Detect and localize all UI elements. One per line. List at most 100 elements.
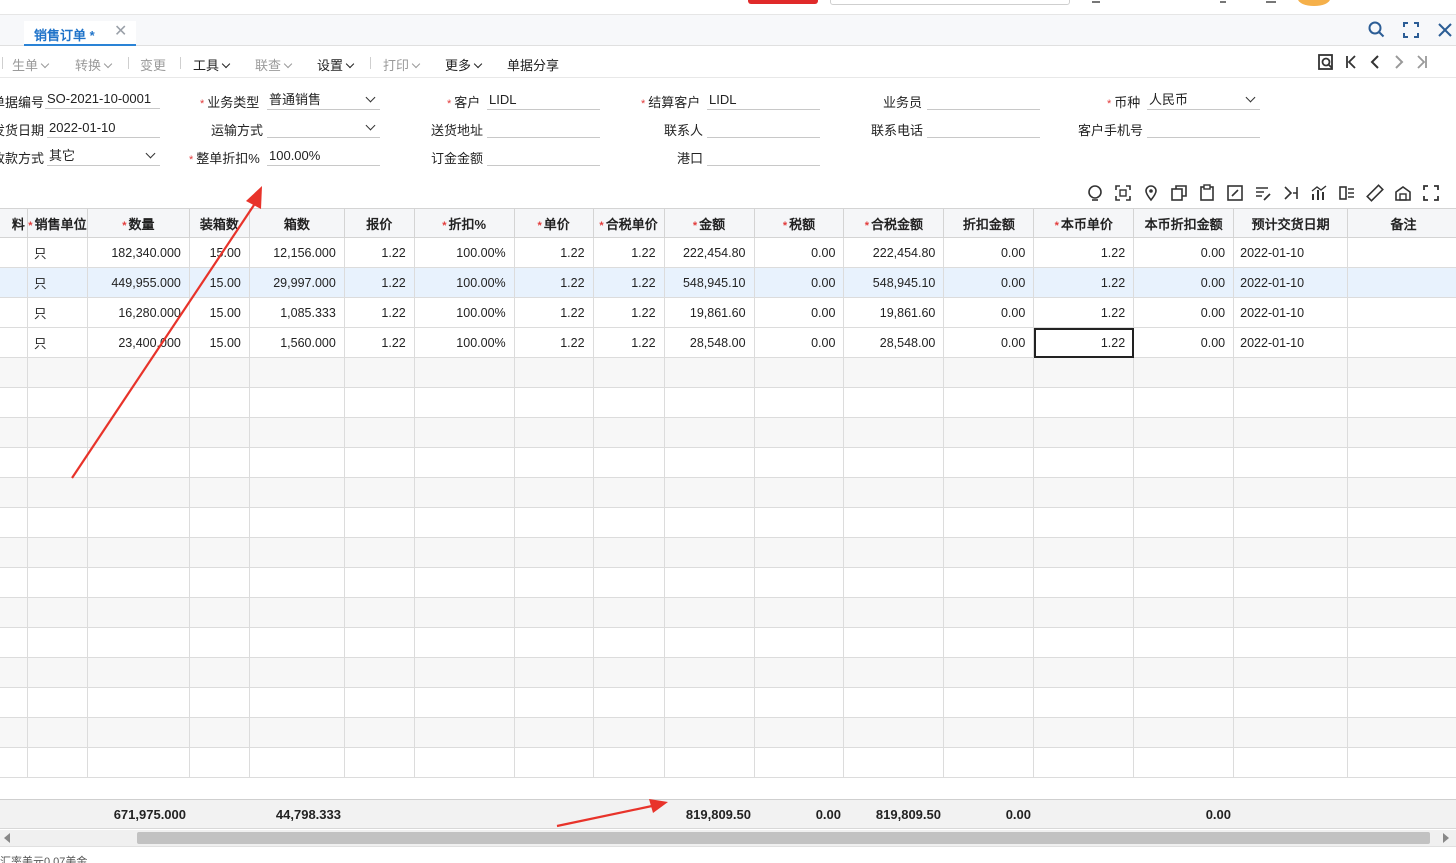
empty-cell[interactable]: [1347, 357, 1456, 388]
empty-cell[interactable]: [663, 357, 755, 388]
empty-cell[interactable]: [843, 747, 945, 778]
col-header-remark[interactable]: 备注: [1347, 208, 1456, 238]
empty-cell[interactable]: [26, 627, 88, 658]
settle-customer-field[interactable]: LIDL: [707, 90, 820, 110]
empty-cell[interactable]: [86, 357, 190, 388]
table-cell[interactable]: 100.00%: [413, 297, 515, 328]
empty-row[interactable]: [0, 357, 1456, 388]
empty-cell[interactable]: [1133, 747, 1235, 778]
top-menu-icon[interactable]: [1092, 0, 1100, 3]
empty-row[interactable]: [0, 387, 1456, 418]
empty-cell[interactable]: [943, 447, 1035, 478]
empty-cell[interactable]: [0, 447, 28, 478]
empty-cell[interactable]: [843, 537, 945, 568]
table-cell[interactable]: 1.22: [592, 327, 665, 358]
table-cell[interactable]: 0.00: [943, 267, 1035, 298]
empty-cell[interactable]: [413, 717, 515, 748]
empty-cell[interactable]: [1347, 627, 1456, 658]
table-cell[interactable]: 只: [26, 327, 88, 358]
table-cell[interactable]: 1.22: [343, 237, 415, 268]
empty-cell[interactable]: [86, 627, 190, 658]
convert-button[interactable]: 转换: [75, 55, 113, 74]
empty-cell[interactable]: [753, 657, 845, 688]
empty-cell[interactable]: [513, 537, 594, 568]
ship-date-field[interactable]: 2022-01-10: [47, 118, 160, 138]
table-cell[interactable]: 2022-01-10: [1233, 327, 1349, 358]
col-header-amount[interactable]: * 金额: [663, 208, 755, 238]
table-row[interactable]: 只 182,340.000 15.00 12,156.000 1.22 100.…: [0, 237, 1456, 268]
empty-cell[interactable]: [413, 687, 515, 718]
empty-cell[interactable]: [513, 627, 594, 658]
table-cell[interactable]: 15.00: [188, 237, 250, 268]
empty-cell[interactable]: [943, 507, 1035, 538]
empty-cell[interactable]: [943, 477, 1035, 508]
table-cell[interactable]: 222,454.80: [843, 237, 945, 268]
table-cell[interactable]: 23,400.000: [86, 327, 190, 358]
empty-cell[interactable]: [248, 417, 345, 448]
empty-cell[interactable]: [1233, 567, 1349, 598]
empty-cell[interactable]: [1233, 477, 1349, 508]
empty-cell[interactable]: [413, 477, 515, 508]
location-icon[interactable]: [1142, 184, 1160, 202]
empty-cell[interactable]: [843, 507, 945, 538]
empty-cell[interactable]: [1133, 417, 1235, 448]
table-cell[interactable]: [0, 237, 28, 268]
copy-row-icon[interactable]: [1170, 184, 1188, 202]
table-cell[interactable]: 15.00: [188, 327, 250, 358]
empty-cell[interactable]: [843, 387, 945, 418]
empty-cell[interactable]: [1133, 387, 1235, 418]
empty-cell[interactable]: [0, 357, 28, 388]
empty-cell[interactable]: [1033, 627, 1135, 658]
table-cell[interactable]: 1,085.333: [248, 297, 345, 328]
empty-cell[interactable]: [188, 507, 250, 538]
empty-cell[interactable]: [248, 507, 345, 538]
tab-sales-order[interactable]: 销售订单 * ✕: [24, 21, 136, 46]
empty-cell[interactable]: [343, 567, 415, 598]
table-cell[interactable]: 19,861.60: [663, 297, 755, 328]
empty-row[interactable]: [0, 657, 1456, 688]
empty-cell[interactable]: [1033, 387, 1135, 418]
empty-cell[interactable]: [0, 567, 28, 598]
table-cell[interactable]: 0.00: [943, 237, 1035, 268]
empty-cell[interactable]: [1233, 687, 1349, 718]
empty-cell[interactable]: [663, 747, 755, 778]
scan-icon[interactable]: [1114, 184, 1132, 202]
empty-cell[interactable]: [513, 567, 594, 598]
split-icon[interactable]: [1282, 184, 1300, 202]
empty-cell[interactable]: [26, 537, 88, 568]
empty-cell[interactable]: [663, 507, 755, 538]
empty-cell[interactable]: [663, 537, 755, 568]
customer-field[interactable]: LIDL: [487, 90, 600, 110]
empty-cell[interactable]: [843, 417, 945, 448]
table-cell[interactable]: 1.22: [1033, 237, 1135, 268]
empty-cell[interactable]: [1033, 747, 1135, 778]
empty-cell[interactable]: [1033, 357, 1135, 388]
table-cell[interactable]: 0.00: [1133, 297, 1235, 328]
empty-cell[interactable]: [1233, 747, 1349, 778]
table-cell[interactable]: 100.00%: [413, 237, 515, 268]
last-record-icon[interactable]: [1413, 53, 1431, 71]
empty-cell[interactable]: [413, 507, 515, 538]
empty-cell[interactable]: [663, 687, 755, 718]
generate-button[interactable]: 生单: [12, 55, 50, 74]
empty-cell[interactable]: [413, 627, 515, 658]
empty-cell[interactable]: [943, 717, 1035, 748]
empty-cell[interactable]: [513, 657, 594, 688]
batch-edit-icon[interactable]: [1226, 184, 1244, 202]
empty-cell[interactable]: [843, 627, 945, 658]
empty-cell[interactable]: [1033, 597, 1135, 628]
empty-cell[interactable]: [343, 717, 415, 748]
empty-cell[interactable]: [86, 417, 190, 448]
empty-cell[interactable]: [1347, 417, 1456, 448]
empty-cell[interactable]: [1233, 657, 1349, 688]
col-header-local-price[interactable]: * 本币单价: [1033, 208, 1135, 238]
empty-cell[interactable]: [513, 747, 594, 778]
empty-row[interactable]: [0, 567, 1456, 598]
col-header-tax-amount[interactable]: * 合税金额: [843, 208, 945, 238]
empty-cell[interactable]: [86, 477, 190, 508]
empty-cell[interactable]: [753, 537, 845, 568]
empty-cell[interactable]: [1347, 597, 1456, 628]
table-cell[interactable]: 0.00: [753, 297, 845, 328]
top-red-button[interactable]: [748, 0, 818, 4]
empty-cell[interactable]: [26, 657, 88, 688]
